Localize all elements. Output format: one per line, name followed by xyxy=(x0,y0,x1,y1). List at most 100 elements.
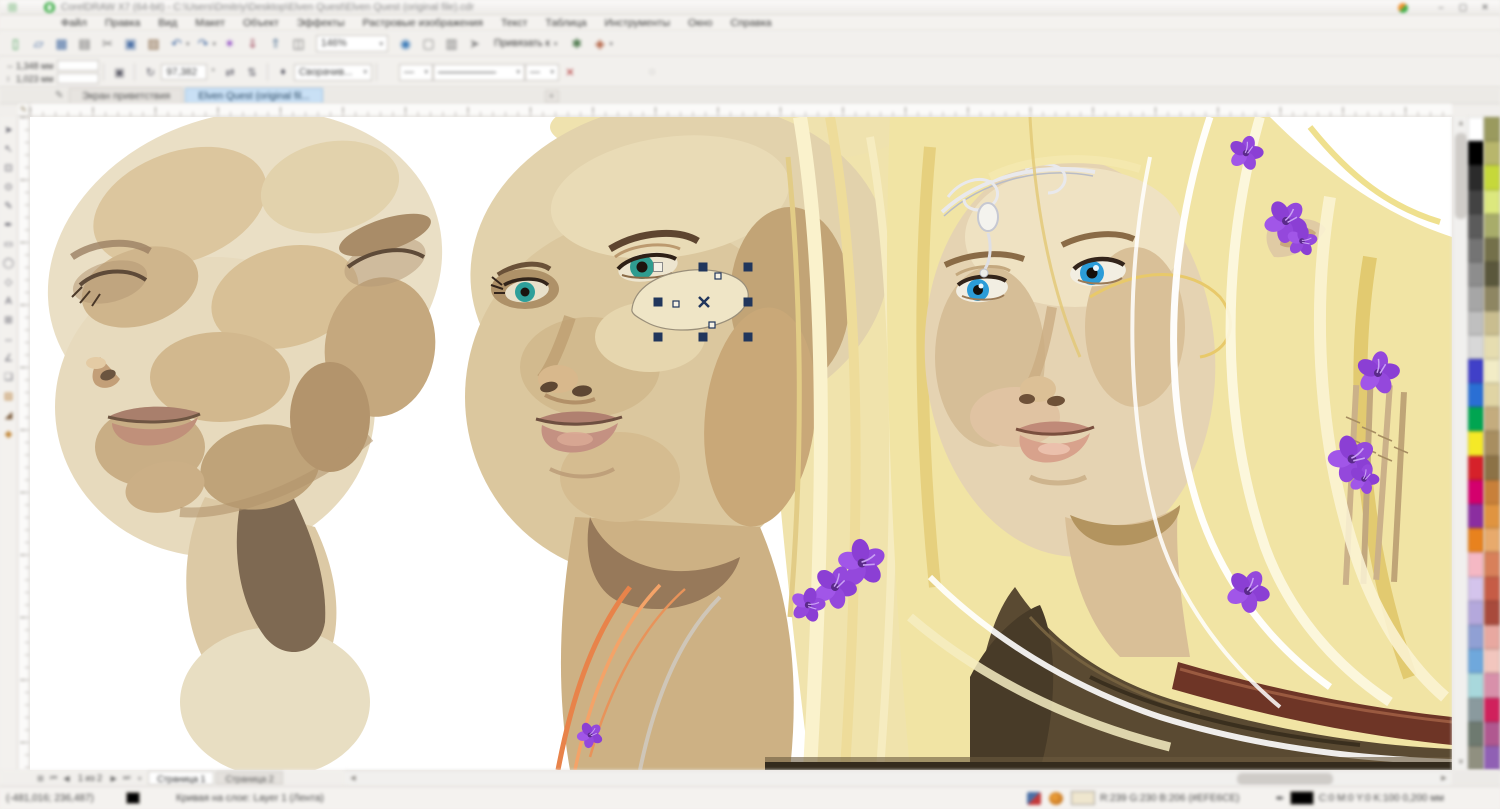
snap-to-dropdown[interactable]: Привязать к ▾ xyxy=(494,38,557,49)
palette-swatch[interactable] xyxy=(1468,577,1484,601)
copy-icon[interactable]: ▣ xyxy=(121,34,140,53)
palette-swatch[interactable] xyxy=(1484,214,1500,238)
view-page-icon[interactable]: ▢ xyxy=(419,34,438,53)
menu-item-6[interactable]: Растровые изображения xyxy=(354,16,492,31)
palette-swatch[interactable] xyxy=(1484,431,1500,455)
first-page-button[interactable]: ⏮ xyxy=(47,773,60,783)
palette-swatch[interactable] xyxy=(1468,528,1484,552)
palette-swatch[interactable] xyxy=(1468,214,1484,238)
paste-icon[interactable]: ▨ xyxy=(144,34,163,53)
close-button[interactable]: ✕ xyxy=(1474,1,1496,15)
scroll-down-icon[interactable]: ▼ xyxy=(1453,756,1469,770)
palette-swatch[interactable] xyxy=(1484,625,1500,649)
horizontal-scroll-thumb[interactable] xyxy=(1237,773,1333,785)
palette-swatch[interactable] xyxy=(1468,165,1484,189)
page-tab-1[interactable]: Страница 1 xyxy=(148,771,214,785)
vertical-ruler[interactable] xyxy=(18,117,30,770)
ellipse-tool[interactable]: ◯ xyxy=(1,254,17,273)
artwork-middle-head[interactable] xyxy=(454,117,930,770)
palette-swatch[interactable] xyxy=(1484,117,1500,141)
palette-swatch[interactable] xyxy=(1484,649,1500,673)
palette-swatch[interactable] xyxy=(1484,673,1500,697)
rotation-angle-field[interactable]: 97,382 xyxy=(161,64,207,80)
redo-icon[interactable]: ↷ xyxy=(194,34,213,53)
menu-item-2[interactable]: Вид xyxy=(149,16,186,31)
undo-icon[interactable]: ↶ xyxy=(167,34,186,53)
shape-tool[interactable]: ↖ xyxy=(1,140,17,159)
interactive-fill-tool[interactable]: ◆ xyxy=(1,425,17,444)
menu-item-1[interactable]: Правка xyxy=(96,16,149,31)
pick-state-icon[interactable]: ➤ xyxy=(465,34,484,53)
palette-swatch[interactable] xyxy=(1484,311,1500,335)
publish-icon[interactable]: ◫ xyxy=(289,34,308,53)
palette-swatch[interactable] xyxy=(1468,262,1484,286)
quick-access-icon[interactable] xyxy=(8,3,17,12)
application-launcher-icon[interactable]: ◈ xyxy=(590,34,609,53)
mirror-vertical-button[interactable]: ⇅ xyxy=(243,63,261,81)
quick-customize-button[interactable]: ◌ xyxy=(643,63,661,81)
palette-swatch[interactable] xyxy=(1468,286,1484,310)
page-layout-icon[interactable]: ⊞ xyxy=(34,774,47,783)
tab-elven-quest[interactable]: Elven Quest (original fil... xyxy=(185,88,322,103)
zoom-level-combo[interactable]: 146% ▾ xyxy=(316,35,388,52)
palette-swatch[interactable] xyxy=(1468,480,1484,504)
chevron-down-icon[interactable]: ▾ xyxy=(609,40,613,48)
palette-swatch[interactable] xyxy=(1484,456,1500,480)
crop-tool[interactable]: ⊡ xyxy=(1,159,17,178)
palette-swatch[interactable] xyxy=(1484,335,1500,359)
full-screen-preview-icon[interactable]: ◉ xyxy=(396,34,415,53)
rectangle-tool[interactable]: ▭ xyxy=(1,235,17,254)
membership-balloon-icon[interactable] xyxy=(1398,3,1408,13)
menu-item-4[interactable]: Объект xyxy=(234,16,288,31)
minimize-button[interactable]: – xyxy=(1430,1,1452,15)
maximize-button[interactable]: ▢ xyxy=(1452,1,1474,15)
palette-swatch[interactable] xyxy=(1484,383,1500,407)
tab-welcome-screen[interactable]: Экран приветствия xyxy=(69,88,183,103)
new-tab-button[interactable]: + xyxy=(545,90,559,103)
search-content-icon[interactable]: ✶ xyxy=(220,34,239,53)
palette-swatch[interactable] xyxy=(1484,407,1500,431)
palette-swatch[interactable] xyxy=(1468,746,1484,770)
freehand-tool[interactable]: ✎ xyxy=(1,197,17,216)
ruler-origin-button[interactable]: ✎ xyxy=(18,104,30,117)
palette-swatch[interactable] xyxy=(1468,141,1484,165)
show-rulers-icon[interactable]: ▥ xyxy=(442,34,461,53)
print-icon[interactable]: ▤ xyxy=(75,34,94,53)
menu-item-0[interactable]: Файл xyxy=(52,16,96,31)
palette-swatch[interactable] xyxy=(1468,431,1484,455)
last-page-button[interactable]: ⏭ xyxy=(120,773,133,783)
palette-swatch[interactable] xyxy=(1484,190,1500,214)
palette-swatch[interactable] xyxy=(1468,383,1484,407)
palette-swatch[interactable] xyxy=(1484,504,1500,528)
palette-swatch[interactable] xyxy=(1468,117,1484,141)
vertical-scroll-thumb[interactable] xyxy=(1455,133,1467,219)
palette-swatch[interactable] xyxy=(1484,359,1500,383)
next-page-button[interactable]: ▶ xyxy=(107,774,120,783)
outline-color-swatch[interactable] xyxy=(1290,791,1314,805)
menu-item-5[interactable]: Эффекты xyxy=(288,16,354,31)
chevron-down-icon[interactable]: ▾ xyxy=(213,40,217,48)
palette-swatch[interactable] xyxy=(1484,262,1500,286)
palette-swatch[interactable] xyxy=(1468,335,1484,359)
palette-swatch[interactable] xyxy=(1484,746,1500,770)
close-curve-button[interactable]: ✕ xyxy=(561,63,579,81)
palette-swatch[interactable] xyxy=(1484,238,1500,262)
scroll-left-icon[interactable]: ◀ xyxy=(345,772,361,786)
zoom-tool[interactable]: ⊙ xyxy=(1,178,17,197)
menu-item-7[interactable]: Текст xyxy=(492,16,536,31)
lock-ratio-button[interactable]: ▣ xyxy=(110,63,128,81)
menu-item-9[interactable]: Инструменты xyxy=(596,16,679,31)
palette-swatch[interactable] xyxy=(1468,311,1484,335)
previous-page-button[interactable]: ◀ xyxy=(60,774,73,783)
palette-swatch[interactable] xyxy=(1468,649,1484,673)
palette-swatch[interactable] xyxy=(1484,528,1500,552)
palette-swatch[interactable] xyxy=(1468,359,1484,383)
arrow-start-combo[interactable]: — ▾ xyxy=(399,64,433,81)
mirror-horizontal-button[interactable]: ⇄ xyxy=(221,63,239,81)
transparency-tool[interactable]: ▨ xyxy=(1,387,17,406)
palette-swatch[interactable] xyxy=(1468,456,1484,480)
palette-swatch[interactable] xyxy=(1484,601,1500,625)
palette-swatch[interactable] xyxy=(1468,625,1484,649)
object-width-field[interactable] xyxy=(57,60,99,71)
color-eyedropper-tool[interactable]: ◢ xyxy=(1,406,17,425)
